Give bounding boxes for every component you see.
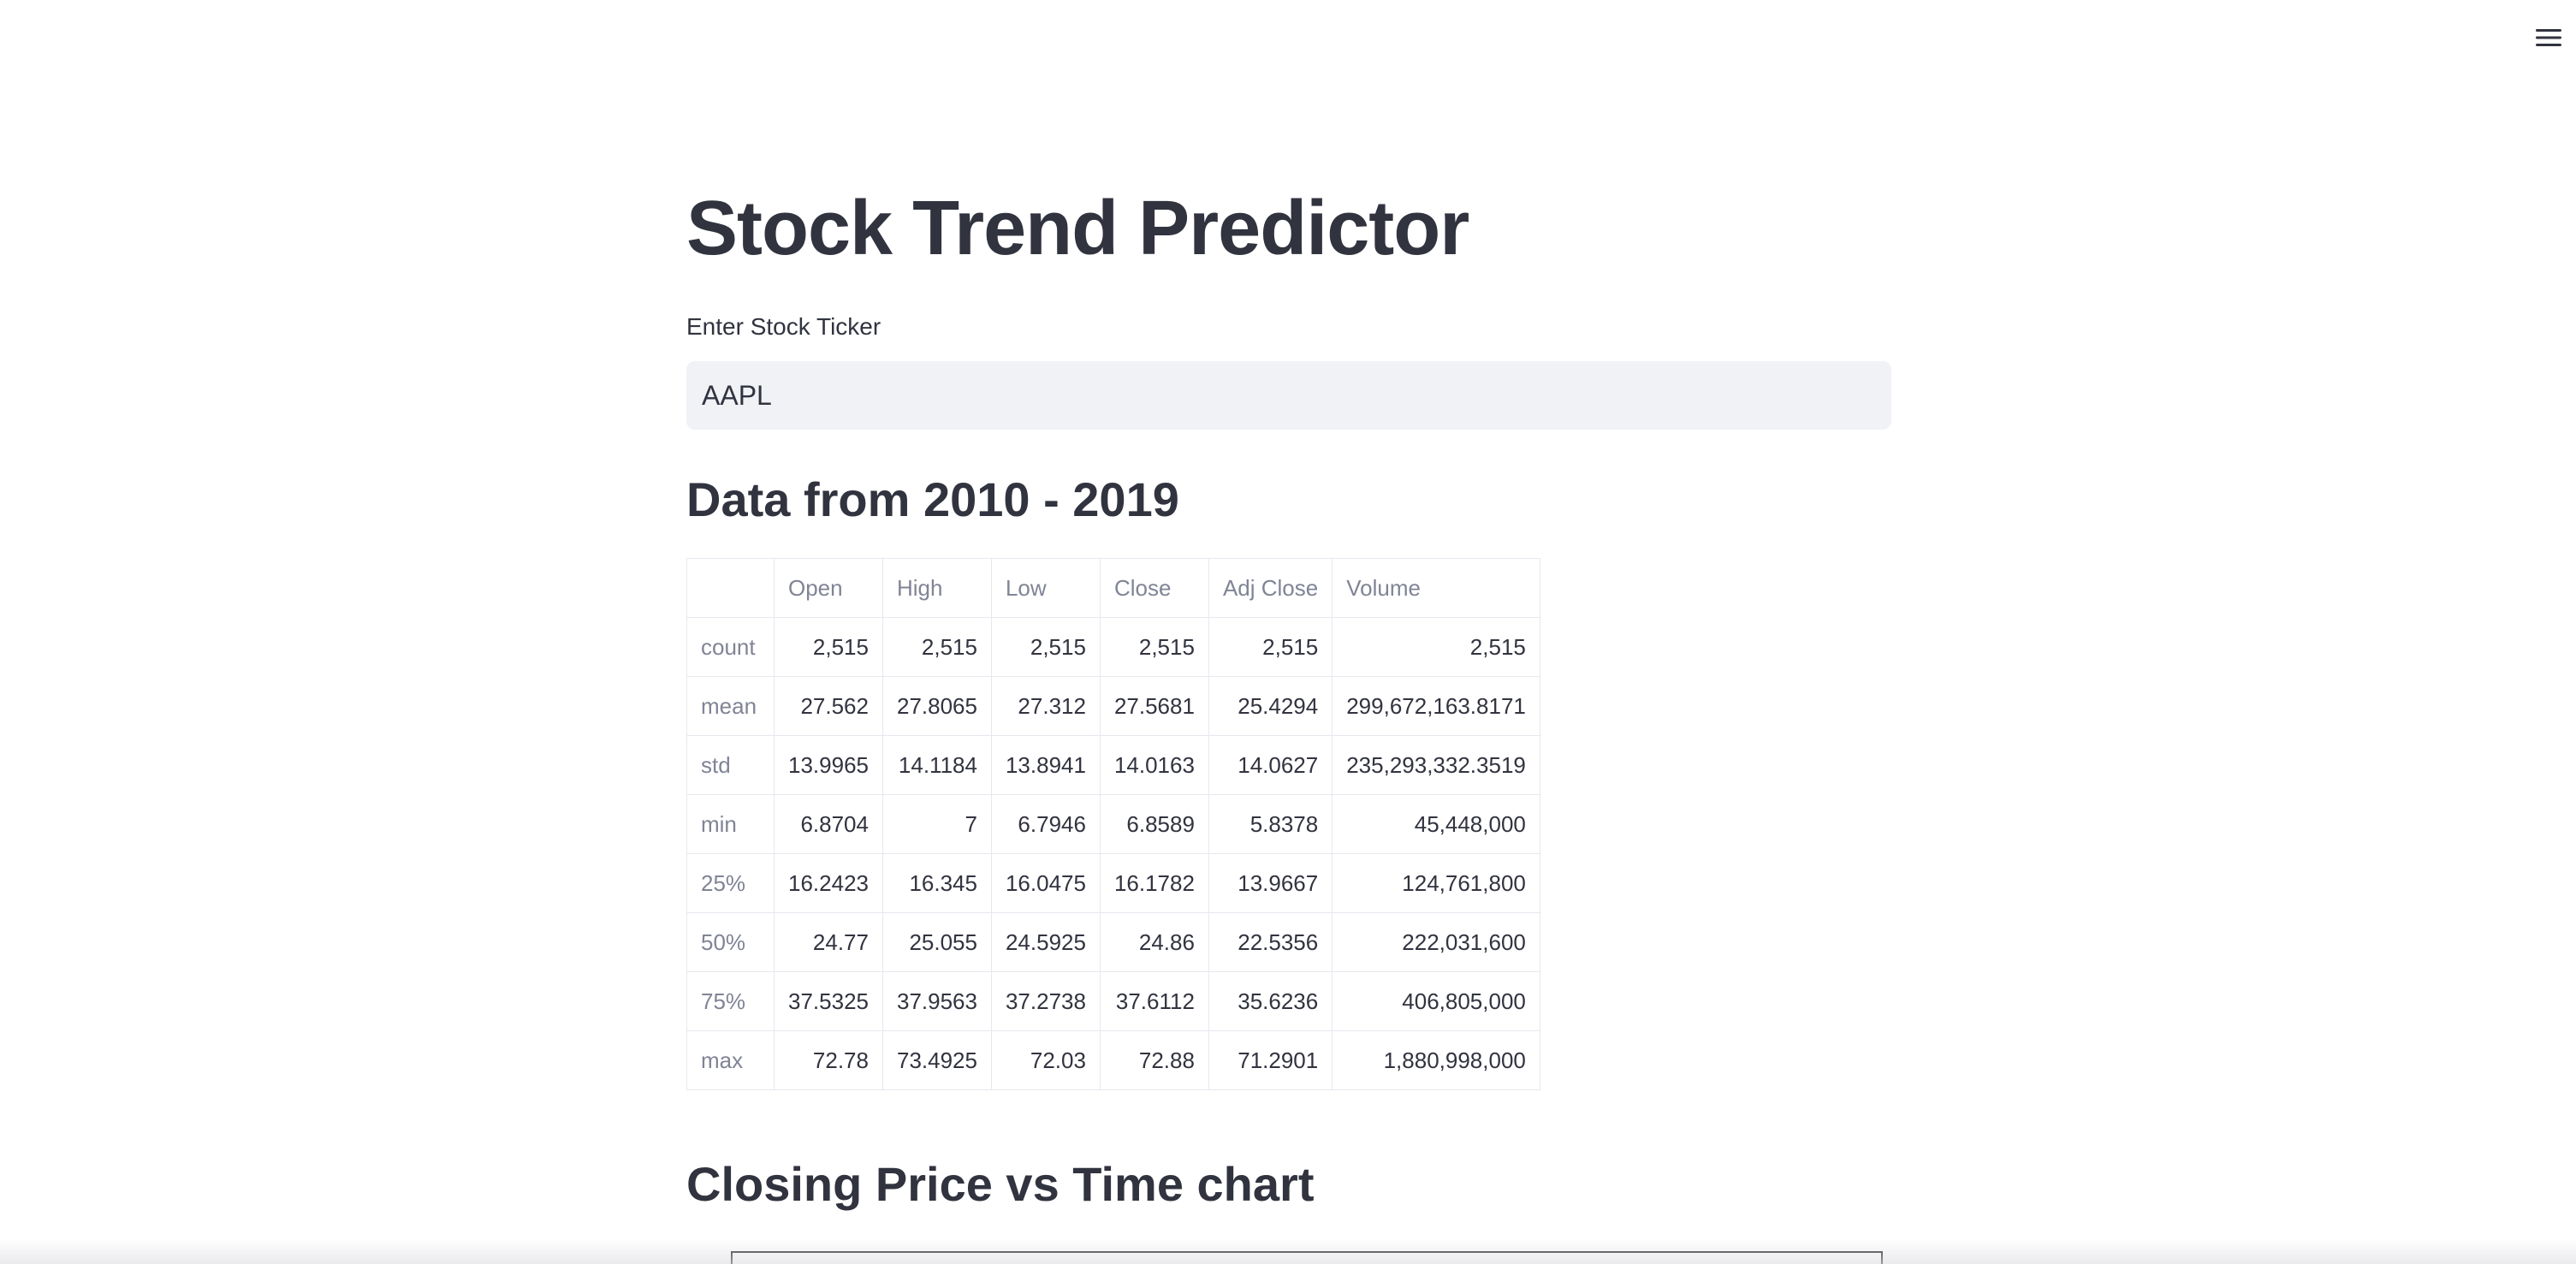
table-cell: 25.055	[881, 912, 992, 972]
column-header[interactable]	[686, 558, 775, 618]
table-row: 75% 37.5325 37.9563 37.2738 37.6112 35.6…	[686, 971, 1540, 1031]
table-cell: 299,672,163.8171	[1332, 676, 1540, 736]
table-cell: 37.5325	[774, 971, 883, 1031]
table-cell: 16.2423	[774, 853, 883, 913]
row-label: 50%	[686, 912, 775, 972]
table-cell: 235,293,332.3519	[1332, 735, 1540, 795]
row-label: min	[686, 794, 775, 854]
table-cell: 124,761,800	[1332, 853, 1540, 913]
table-cell: 73.4925	[881, 1030, 992, 1090]
column-header[interactable]: Volume	[1332, 558, 1540, 618]
table-row: 50% 24.77 25.055 24.5925 24.86 22.5356 2…	[686, 912, 1540, 972]
table-cell: 14.0163	[1099, 735, 1209, 795]
table-cell: 27.8065	[881, 676, 992, 736]
data-section-title: Data from 2010 - 2019	[686, 472, 1179, 526]
table-cell: 24.86	[1099, 912, 1209, 972]
table-cell: 71.2901	[1208, 1030, 1333, 1090]
app-page: Stock Trend Predictor Enter Stock Ticker…	[0, 0, 2576, 1264]
table-cell: 25.4294	[1208, 676, 1333, 736]
table-row: 25% 16.2423 16.345 16.0475 16.1782 13.96…	[686, 853, 1540, 913]
table-cell: 24.77	[774, 912, 883, 972]
chart-section-title: Closing Price vs Time chart	[686, 1157, 1315, 1211]
table-cell: 37.6112	[1099, 971, 1209, 1031]
table-row: mean 27.562 27.8065 27.312 27.5681 25.42…	[686, 676, 1540, 736]
table-cell: 1,880,998,000	[1332, 1030, 1540, 1090]
stats-table-container[interactable]: Open High Low Close Adj Close Volume cou…	[686, 558, 1540, 1090]
table-cell: 13.8941	[990, 735, 1101, 795]
table-cell: 72.78	[774, 1030, 883, 1090]
table-cell: 2,515	[990, 617, 1101, 677]
table-cell: 45,448,000	[1332, 794, 1540, 854]
row-label: max	[686, 1030, 775, 1090]
closing-price-chart-frame	[731, 1251, 1883, 1264]
row-label: 25%	[686, 853, 775, 913]
table-cell: 13.9965	[774, 735, 883, 795]
table-cell: 37.9563	[881, 971, 992, 1031]
table-cell: 406,805,000	[1332, 971, 1540, 1031]
table-cell: 16.0475	[990, 853, 1101, 913]
table-cell: 14.0627	[1208, 735, 1333, 795]
row-label: count	[686, 617, 775, 677]
main-menu-button[interactable]	[2530, 19, 2567, 56]
table-cell: 6.8589	[1099, 794, 1209, 854]
table-cell: 2,515	[1208, 617, 1333, 677]
ticker-input-label: Enter Stock Ticker	[686, 313, 881, 340]
table-cell: 35.6236	[1208, 971, 1333, 1031]
table-cell: 16.345	[881, 853, 992, 913]
table-header-row: Open High Low Close Adj Close Volume	[686, 558, 1540, 618]
ticker-input[interactable]	[686, 361, 1891, 430]
table-cell: 2,515	[774, 617, 883, 677]
table-cell: 27.562	[774, 676, 883, 736]
table-cell: 2,515	[1099, 617, 1209, 677]
page-title: Stock Trend Predictor	[686, 186, 1469, 271]
hamburger-menu-icon	[2536, 29, 2561, 46]
column-header[interactable]: Open	[774, 558, 883, 618]
row-label: std	[686, 735, 775, 795]
table-cell: 27.312	[990, 676, 1101, 736]
table-cell: 22.5356	[1208, 912, 1333, 972]
table-cell: 5.8378	[1208, 794, 1333, 854]
table-cell: 27.5681	[1099, 676, 1209, 736]
table-cell: 6.7946	[990, 794, 1101, 854]
table-cell: 72.03	[990, 1030, 1101, 1090]
table-row: std 13.9965 14.1184 13.8941 14.0163 14.0…	[686, 735, 1540, 795]
column-header[interactable]: High	[881, 558, 992, 618]
table-row: min 6.8704 7 6.7946 6.8589 5.8378 45,448…	[686, 794, 1540, 854]
table-cell: 37.2738	[990, 971, 1101, 1031]
column-header[interactable]: Close	[1099, 558, 1209, 618]
table-cell: 16.1782	[1099, 853, 1209, 913]
table-cell: 72.88	[1099, 1030, 1209, 1090]
table-cell: 2,515	[881, 617, 992, 677]
table-row: max 72.78 73.4925 72.03 72.88 71.2901 1,…	[686, 1030, 1540, 1090]
stats-table: Open High Low Close Adj Close Volume cou…	[686, 558, 1540, 1090]
table-cell: 13.9667	[1208, 853, 1333, 913]
column-header[interactable]: Low	[990, 558, 1101, 618]
table-cell: 222,031,600	[1332, 912, 1540, 972]
table-cell: 24.5925	[990, 912, 1101, 972]
row-label: mean	[686, 676, 775, 736]
row-label: 75%	[686, 971, 775, 1031]
table-cell: 6.8704	[774, 794, 883, 854]
table-cell: 7	[881, 794, 992, 854]
column-header[interactable]: Adj Close	[1208, 558, 1333, 618]
table-cell: 14.1184	[881, 735, 992, 795]
table-cell: 2,515	[1332, 617, 1540, 677]
table-row: count 2,515 2,515 2,515 2,515 2,515 2,51…	[686, 617, 1540, 677]
